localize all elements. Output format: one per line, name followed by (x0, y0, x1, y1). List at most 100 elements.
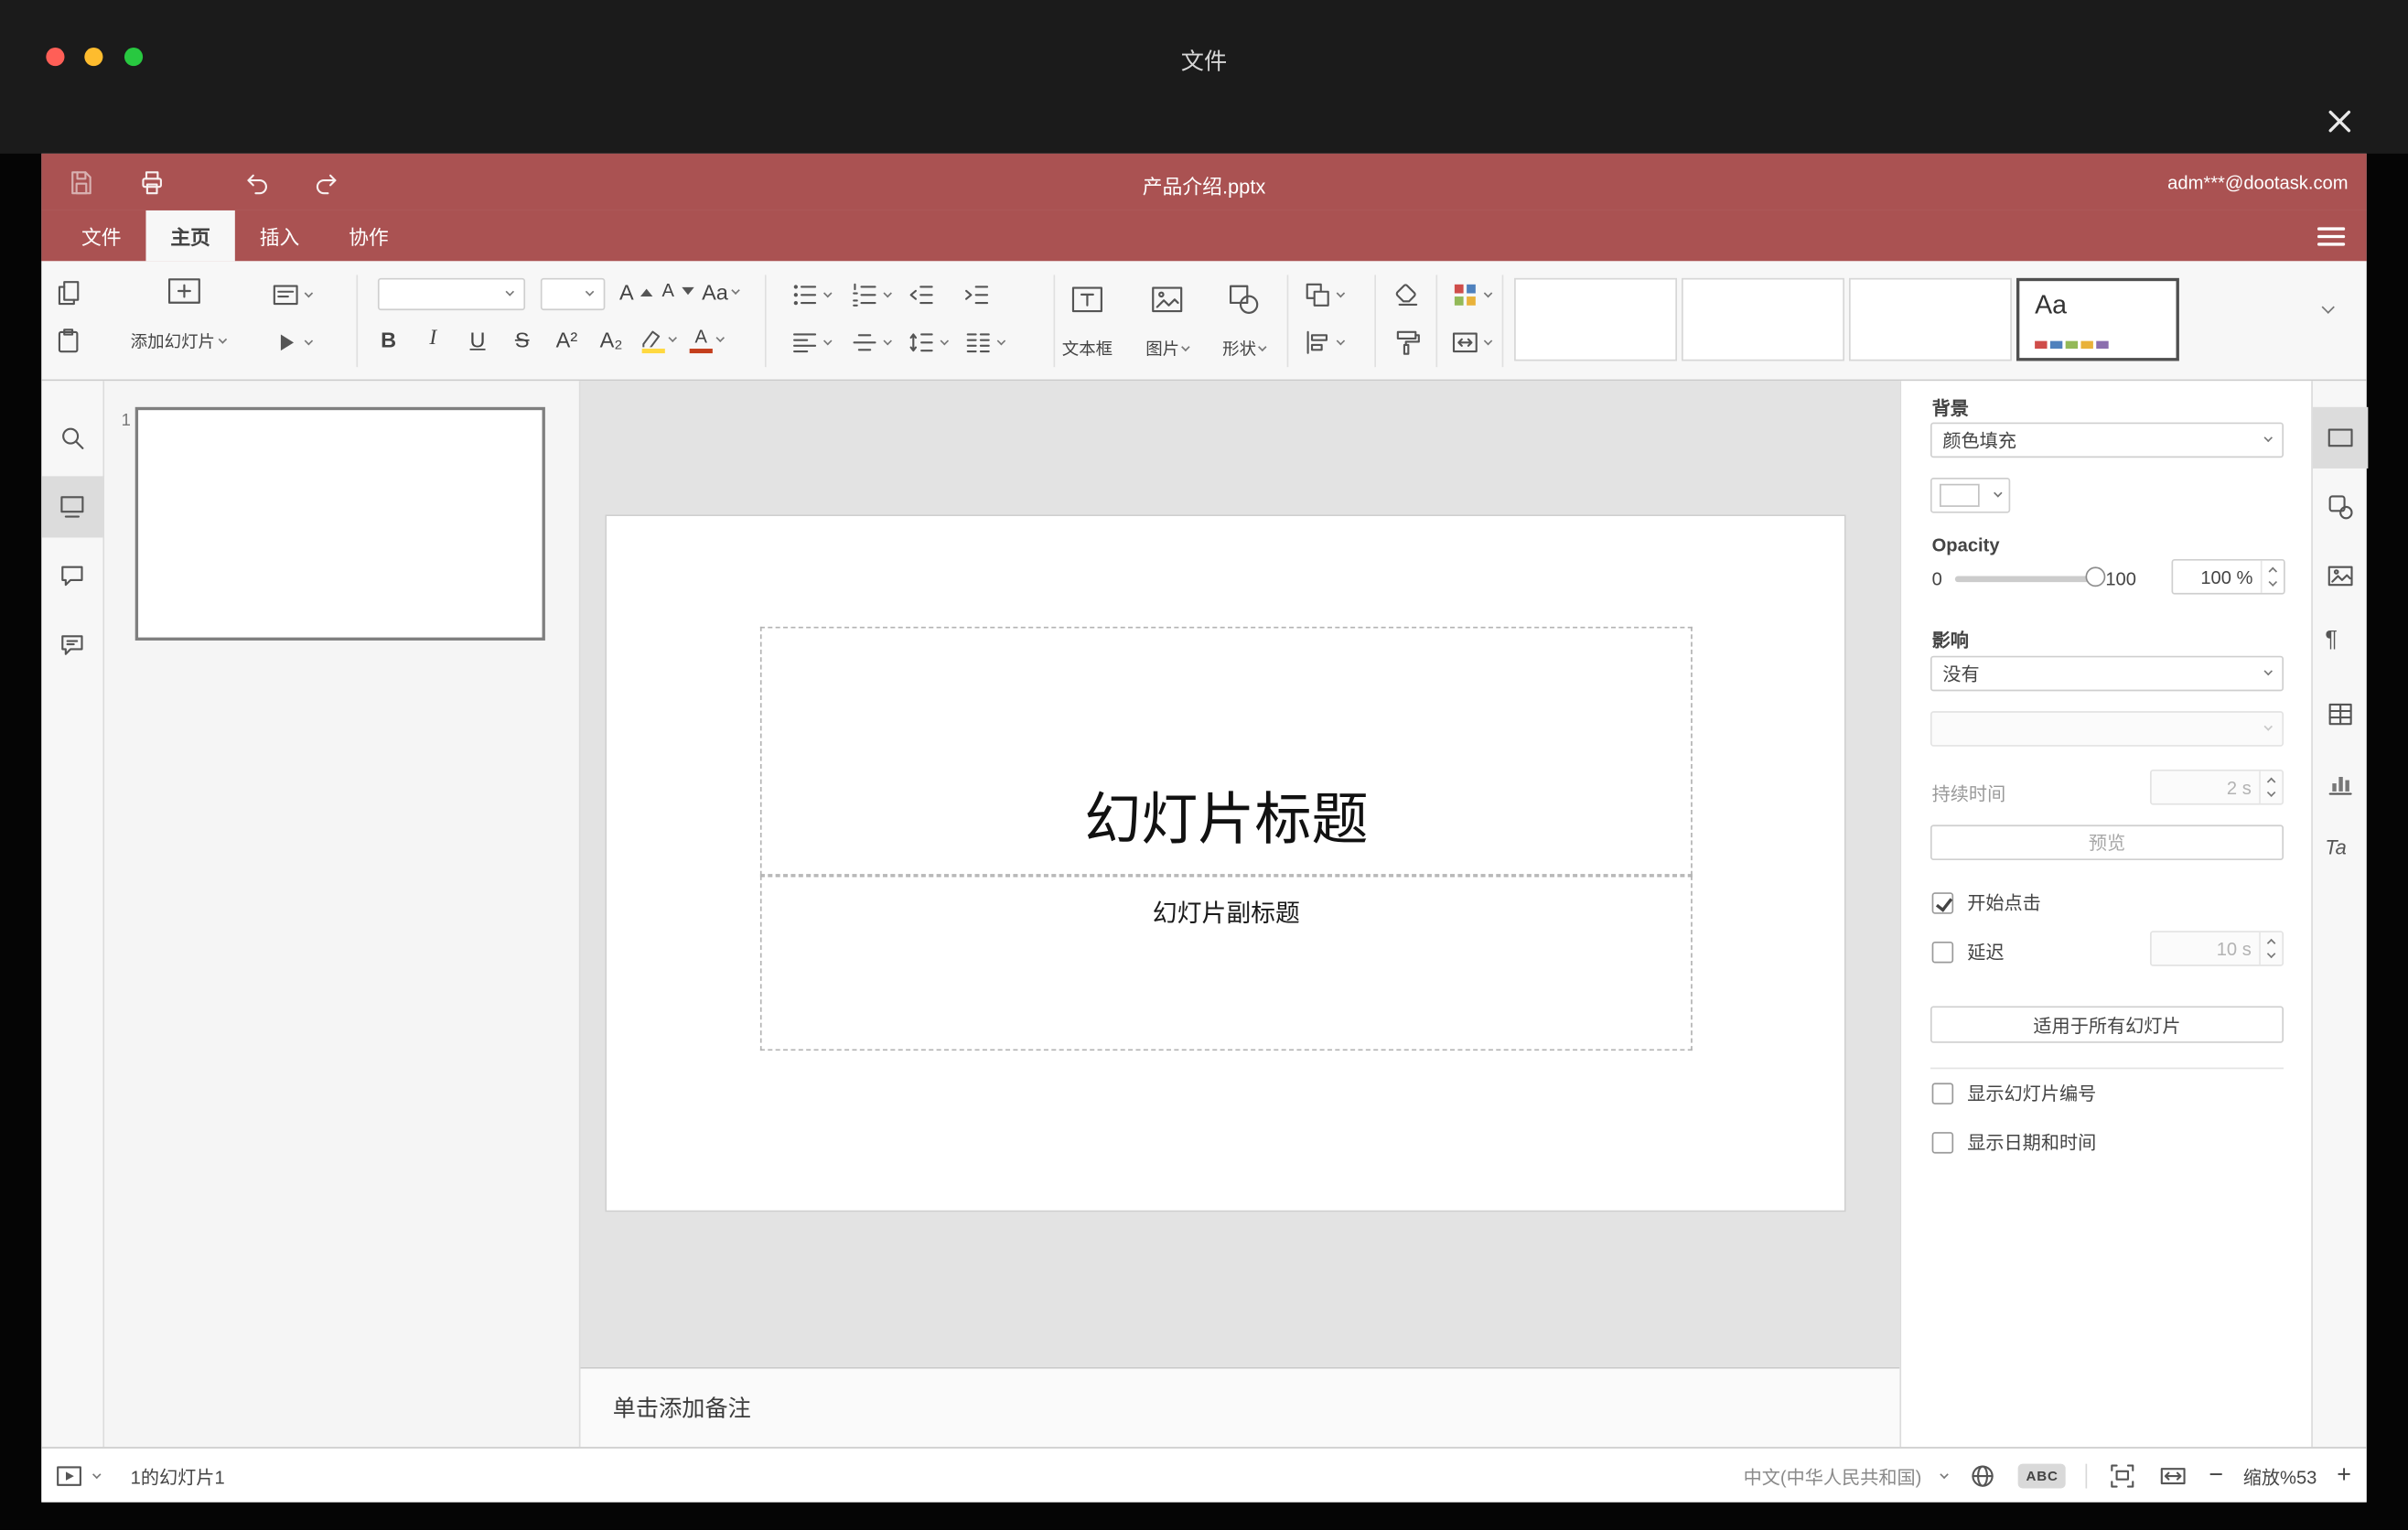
slide-thumbnail-1[interactable] (134, 406, 545, 641)
start-on-click-label: 开始点击 (1967, 892, 2041, 914)
font-name-select[interactable] (377, 277, 526, 311)
copy-style-button[interactable] (1392, 328, 1423, 359)
status-separator (2085, 1463, 2088, 1489)
insert-shape-button[interactable]: 形状 (1206, 276, 1283, 364)
tab-collaboration[interactable]: 协作 (324, 210, 413, 261)
start-on-click-checkbox[interactable] (1931, 891, 1954, 913)
delay-input: 10 s (2149, 931, 2284, 966)
chart-settings-icon[interactable] (2325, 768, 2356, 799)
arrow-down-icon (682, 286, 694, 295)
subscript-button[interactable]: A₂ (596, 328, 627, 352)
slide-settings-icon[interactable] (2325, 423, 2356, 454)
show-date-time-label: 显示日期和时间 (1967, 1132, 2097, 1154)
zoom-in-button[interactable]: + (2337, 1463, 2351, 1489)
theme-tile-3[interactable] (1848, 277, 2012, 361)
change-case-button[interactable]: Aa (702, 279, 740, 304)
textart-settings-icon[interactable]: Ta (2325, 835, 2346, 858)
editing-canvas[interactable]: 幻灯片标题 幻灯片副标题 (580, 381, 1900, 1367)
opacity-slider-knob[interactable] (2085, 566, 2106, 587)
slide-size-button[interactable] (1450, 328, 1493, 359)
insert-columns-button[interactable] (962, 328, 1006, 359)
title-placeholder[interactable]: 幻灯片标题 (759, 626, 1693, 876)
language-label[interactable]: 中文(中华人民共和国) (1744, 1463, 1922, 1490)
hamburger-menu-icon[interactable] (2317, 227, 2346, 246)
document-language-icon[interactable] (1968, 1460, 1999, 1492)
subtitle-placeholder[interactable]: 幻灯片副标题 (759, 875, 1693, 1051)
highlight-color-button[interactable] (640, 327, 677, 353)
comments-icon[interactable] (57, 561, 88, 592)
arrange-shapes-button[interactable] (1302, 279, 1346, 310)
theme-tile-1[interactable] (1514, 277, 1677, 361)
apply-to-all-button[interactable]: 适用于所有幻灯片 (1930, 1006, 2284, 1043)
font-color-button[interactable]: A (689, 326, 725, 354)
opacity-input[interactable]: 100 % (2171, 558, 2285, 595)
start-slideshow-status-button[interactable] (54, 1460, 85, 1492)
delay-checkbox[interactable] (1931, 941, 1954, 963)
window-title: 文件 (1180, 48, 1228, 76)
clear-style-button[interactable] (1392, 279, 1423, 310)
vertical-align-button[interactable] (849, 328, 892, 359)
fill-color-select[interactable] (1930, 478, 2011, 513)
shape-settings-icon[interactable] (2325, 491, 2356, 523)
line-spacing-button[interactable] (906, 328, 950, 359)
paragraph-settings-icon[interactable]: ¶ (2325, 627, 2338, 653)
theme-tile-2[interactable] (1682, 277, 1844, 361)
increase-font-button[interactable]: A (618, 279, 653, 304)
presentation-editor: 产品介绍.pptx adm***@dootask.com 文件 主页 插入 协作… (41, 153, 2369, 1503)
color-scheme-button[interactable] (1450, 279, 1493, 310)
decrease-indent-button[interactable] (906, 279, 937, 310)
table-settings-icon[interactable] (2325, 699, 2356, 730)
bullets-button[interactable] (790, 279, 833, 310)
slide-canvas[interactable]: 幻灯片标题 幻灯片副标题 (605, 514, 1846, 1212)
language-chevron-icon[interactable] (1940, 1469, 1950, 1479)
slides-panel-icon[interactable] (57, 491, 88, 523)
add-slide-button[interactable]: 添加幻灯片 (131, 329, 228, 353)
notes-area[interactable]: 单击添加备注 (580, 1366, 1900, 1448)
search-icon[interactable] (57, 423, 88, 454)
slideshow-options-chevron-icon[interactable] (92, 1469, 102, 1479)
superscript-button[interactable]: A² (552, 328, 583, 352)
insert-image-button[interactable]: 图片 (1129, 276, 1206, 364)
bold-button[interactable]: B (373, 328, 404, 352)
copy-button[interactable] (54, 278, 85, 309)
duration-spinner (2259, 770, 2282, 803)
background-fill-select[interactable]: 颜色填充 (1930, 422, 2284, 458)
start-on-click-row: 开始点击 (1931, 889, 2041, 916)
increase-indent-button[interactable] (962, 279, 993, 310)
font-size-select[interactable] (540, 277, 606, 311)
close-icon[interactable] (2319, 102, 2360, 142)
highlight-pen-icon (642, 329, 661, 347)
horizontal-align-button[interactable] (790, 328, 833, 359)
insert-textbox-button[interactable]: 文本框 (1048, 276, 1125, 364)
change-layout-button[interactable] (270, 279, 314, 310)
theme-tile-4-selected[interactable]: Aa (2016, 277, 2179, 361)
numbering-button[interactable] (849, 279, 892, 310)
effect-select[interactable]: 没有 (1930, 655, 2284, 692)
strikeout-button[interactable]: S (507, 328, 538, 352)
theme-gallery-expand-button[interactable] (2321, 300, 2335, 314)
chat-feedback-icon[interactable] (57, 630, 88, 661)
show-date-time-checkbox[interactable] (1931, 1131, 1954, 1153)
decrease-font-button[interactable]: A (659, 279, 694, 301)
opacity-spinner[interactable] (2260, 560, 2284, 593)
tab-home[interactable]: 主页 (145, 210, 235, 262)
zoom-level[interactable]: 缩放%53 (2243, 1463, 2317, 1490)
align-shapes-button[interactable] (1302, 328, 1346, 359)
fit-width-button[interactable] (2158, 1460, 2189, 1492)
image-settings-icon[interactable] (2325, 561, 2356, 592)
underline-button[interactable]: U (462, 328, 493, 352)
arrow-up-icon (640, 287, 653, 296)
delay-spinner (2259, 932, 2282, 965)
show-slide-number-checkbox[interactable] (1931, 1082, 1954, 1104)
account-email: adm***@dootask.com (2167, 171, 2349, 194)
paste-button[interactable] (54, 326, 85, 357)
tab-file[interactable]: 文件 (57, 210, 145, 261)
start-slideshow-button[interactable] (270, 328, 314, 359)
fit-slide-button[interactable] (2107, 1460, 2138, 1492)
tab-insert[interactable]: 插入 (235, 210, 324, 261)
opacity-slider-track[interactable] (1954, 576, 2097, 583)
zoom-out-button[interactable]: − (2209, 1463, 2223, 1489)
spellcheck-button[interactable]: ABC (2018, 1463, 2067, 1489)
italic-button[interactable]: I (418, 328, 449, 352)
add-slide-icon[interactable] (165, 272, 205, 312)
